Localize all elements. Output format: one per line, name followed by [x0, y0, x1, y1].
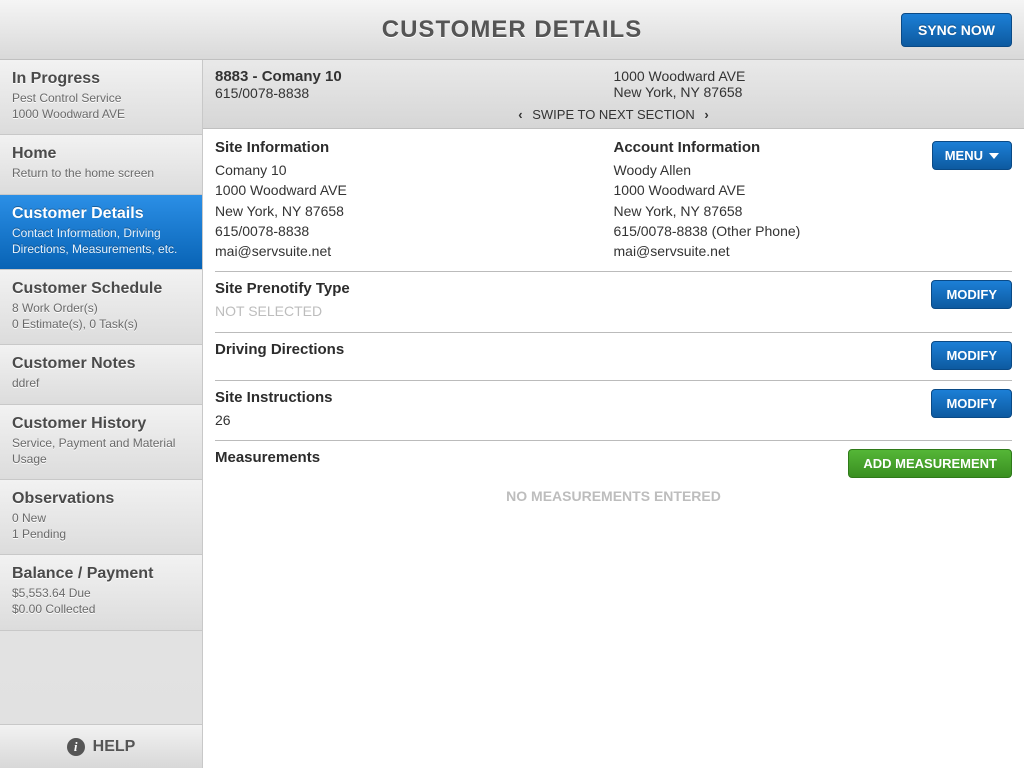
sidebar-item-title: Observations [12, 490, 190, 508]
customer-addr2: New York, NY 87658 [614, 84, 1013, 100]
swipe-label: SWIPE TO NEXT SECTION [532, 107, 695, 122]
modify-prenotify-button[interactable]: MODIFY [931, 280, 1012, 309]
sidebar: In Progress Pest Control Service 1000 Wo… [0, 60, 203, 768]
divider [215, 332, 1012, 333]
account-addr2: New York, NY 87658 [614, 201, 932, 221]
site-phone: 615/0078-8838 [215, 221, 614, 241]
sidebar-item-sub: 8 Work Order(s) [12, 300, 190, 316]
customer-info-bar: 8883 - Comany 10 615/0078-8838 1000 Wood… [203, 60, 1024, 129]
menu-button[interactable]: MENU [932, 141, 1012, 170]
chevron-right-icon[interactable]: › [698, 107, 714, 122]
customer-id-name: 8883 - Comany 10 [215, 68, 614, 85]
sidebar-item-title: Home [12, 145, 190, 163]
modify-instructions-button[interactable]: MODIFY [931, 389, 1012, 418]
section-heading: Site Information [215, 139, 614, 156]
chevron-down-icon [989, 153, 999, 159]
divider [215, 380, 1012, 381]
sidebar-item-title: Balance / Payment [12, 565, 190, 583]
add-measurement-button[interactable]: ADD MEASUREMENT [848, 449, 1012, 478]
customer-phone: 615/0078-8838 [215, 85, 614, 101]
sidebar-item-sub: ddref [12, 375, 190, 391]
sidebar-item-customer-details[interactable]: Customer Details Contact Information, Dr… [0, 195, 202, 270]
main-panel: 8883 - Comany 10 615/0078-8838 1000 Wood… [203, 60, 1024, 768]
section-heading: Site Prenotify Type [215, 280, 350, 297]
prenotify-value: NOT SELECTED [215, 301, 350, 321]
account-addr1: 1000 Woodward AVE [614, 180, 932, 200]
chevron-left-icon[interactable]: ‹ [512, 107, 528, 122]
site-information-section: Site Information Comany 10 1000 Woodward… [215, 139, 614, 261]
site-addr2: New York, NY 87658 [215, 201, 614, 221]
sidebar-item-title: Customer Notes [12, 355, 190, 373]
sidebar-item-sub: Usage [12, 451, 190, 467]
instructions-value: 26 [215, 410, 333, 430]
customer-addr1: 1000 Woodward AVE [614, 68, 1013, 84]
sidebar-item-title: Customer History [12, 415, 190, 433]
sidebar-item-customer-notes[interactable]: Customer Notes ddref [0, 345, 202, 404]
swipe-hint: ‹ SWIPE TO NEXT SECTION › [215, 107, 1012, 122]
sidebar-item-sub: Pest Control Service [12, 90, 190, 106]
site-addr1: 1000 Woodward AVE [215, 180, 614, 200]
sync-now-button[interactable]: SYNC NOW [901, 13, 1012, 47]
header: CUSTOMER DETAILS SYNC NOW [0, 0, 1024, 60]
account-name: Woody Allen [614, 160, 932, 180]
info-icon: i [67, 738, 85, 756]
divider [215, 440, 1012, 441]
section-heading: Driving Directions [215, 341, 344, 358]
section-heading: Site Instructions [215, 389, 333, 406]
sidebar-item-observations[interactable]: Observations 0 New 1 Pending [0, 480, 202, 555]
sidebar-item-title: Customer Schedule [12, 280, 190, 298]
account-phone: 615/0078-8838 (Other Phone) [614, 221, 932, 241]
site-company: Comany 10 [215, 160, 614, 180]
section-heading: Account Information [614, 139, 932, 156]
help-button[interactable]: i HELP [0, 724, 202, 768]
sidebar-item-sub: Service, Payment and Material [12, 435, 190, 451]
sidebar-item-customer-schedule[interactable]: Customer Schedule 8 Work Order(s) 0 Esti… [0, 270, 202, 345]
sidebar-item-sub: 1000 Woodward AVE [12, 106, 190, 122]
sidebar-item-balance-payment[interactable]: Balance / Payment $5,553.64 Due $0.00 Co… [0, 555, 202, 630]
sidebar-item-sub: 0 Estimate(s), 0 Task(s) [12, 316, 190, 332]
sidebar-item-customer-history[interactable]: Customer History Service, Payment and Ma… [0, 405, 202, 480]
sidebar-item-sub: Contact Information, Driving [12, 225, 190, 241]
account-email: mai@servsuite.net [614, 241, 932, 261]
sidebar-item-sub: $5,553.64 Due [12, 585, 190, 601]
measurements-empty: NO MEASUREMENTS ENTERED [215, 488, 1012, 504]
sidebar-item-title: Customer Details [12, 205, 190, 223]
sidebar-item-home[interactable]: Home Return to the home screen [0, 135, 202, 194]
divider [215, 271, 1012, 272]
sidebar-item-sub: 1 Pending [12, 526, 190, 542]
sidebar-item-sub: Directions, Measurements, etc. [12, 241, 190, 257]
sidebar-item-title: In Progress [12, 70, 190, 88]
account-information-section: Account Information Woody Allen 1000 Woo… [614, 139, 1013, 261]
sidebar-item-sub: Return to the home screen [12, 165, 190, 181]
sidebar-item-sub: $0.00 Collected [12, 601, 190, 617]
site-email: mai@servsuite.net [215, 241, 614, 261]
help-label: HELP [93, 738, 136, 756]
sidebar-item-in-progress[interactable]: In Progress Pest Control Service 1000 Wo… [0, 60, 202, 135]
sidebar-item-sub: 0 New [12, 510, 190, 526]
page-title: CUSTOMER DETAILS [382, 16, 642, 44]
modify-driving-button[interactable]: MODIFY [931, 341, 1012, 370]
section-heading: Measurements [215, 449, 320, 466]
menu-button-label: MENU [945, 148, 983, 163]
